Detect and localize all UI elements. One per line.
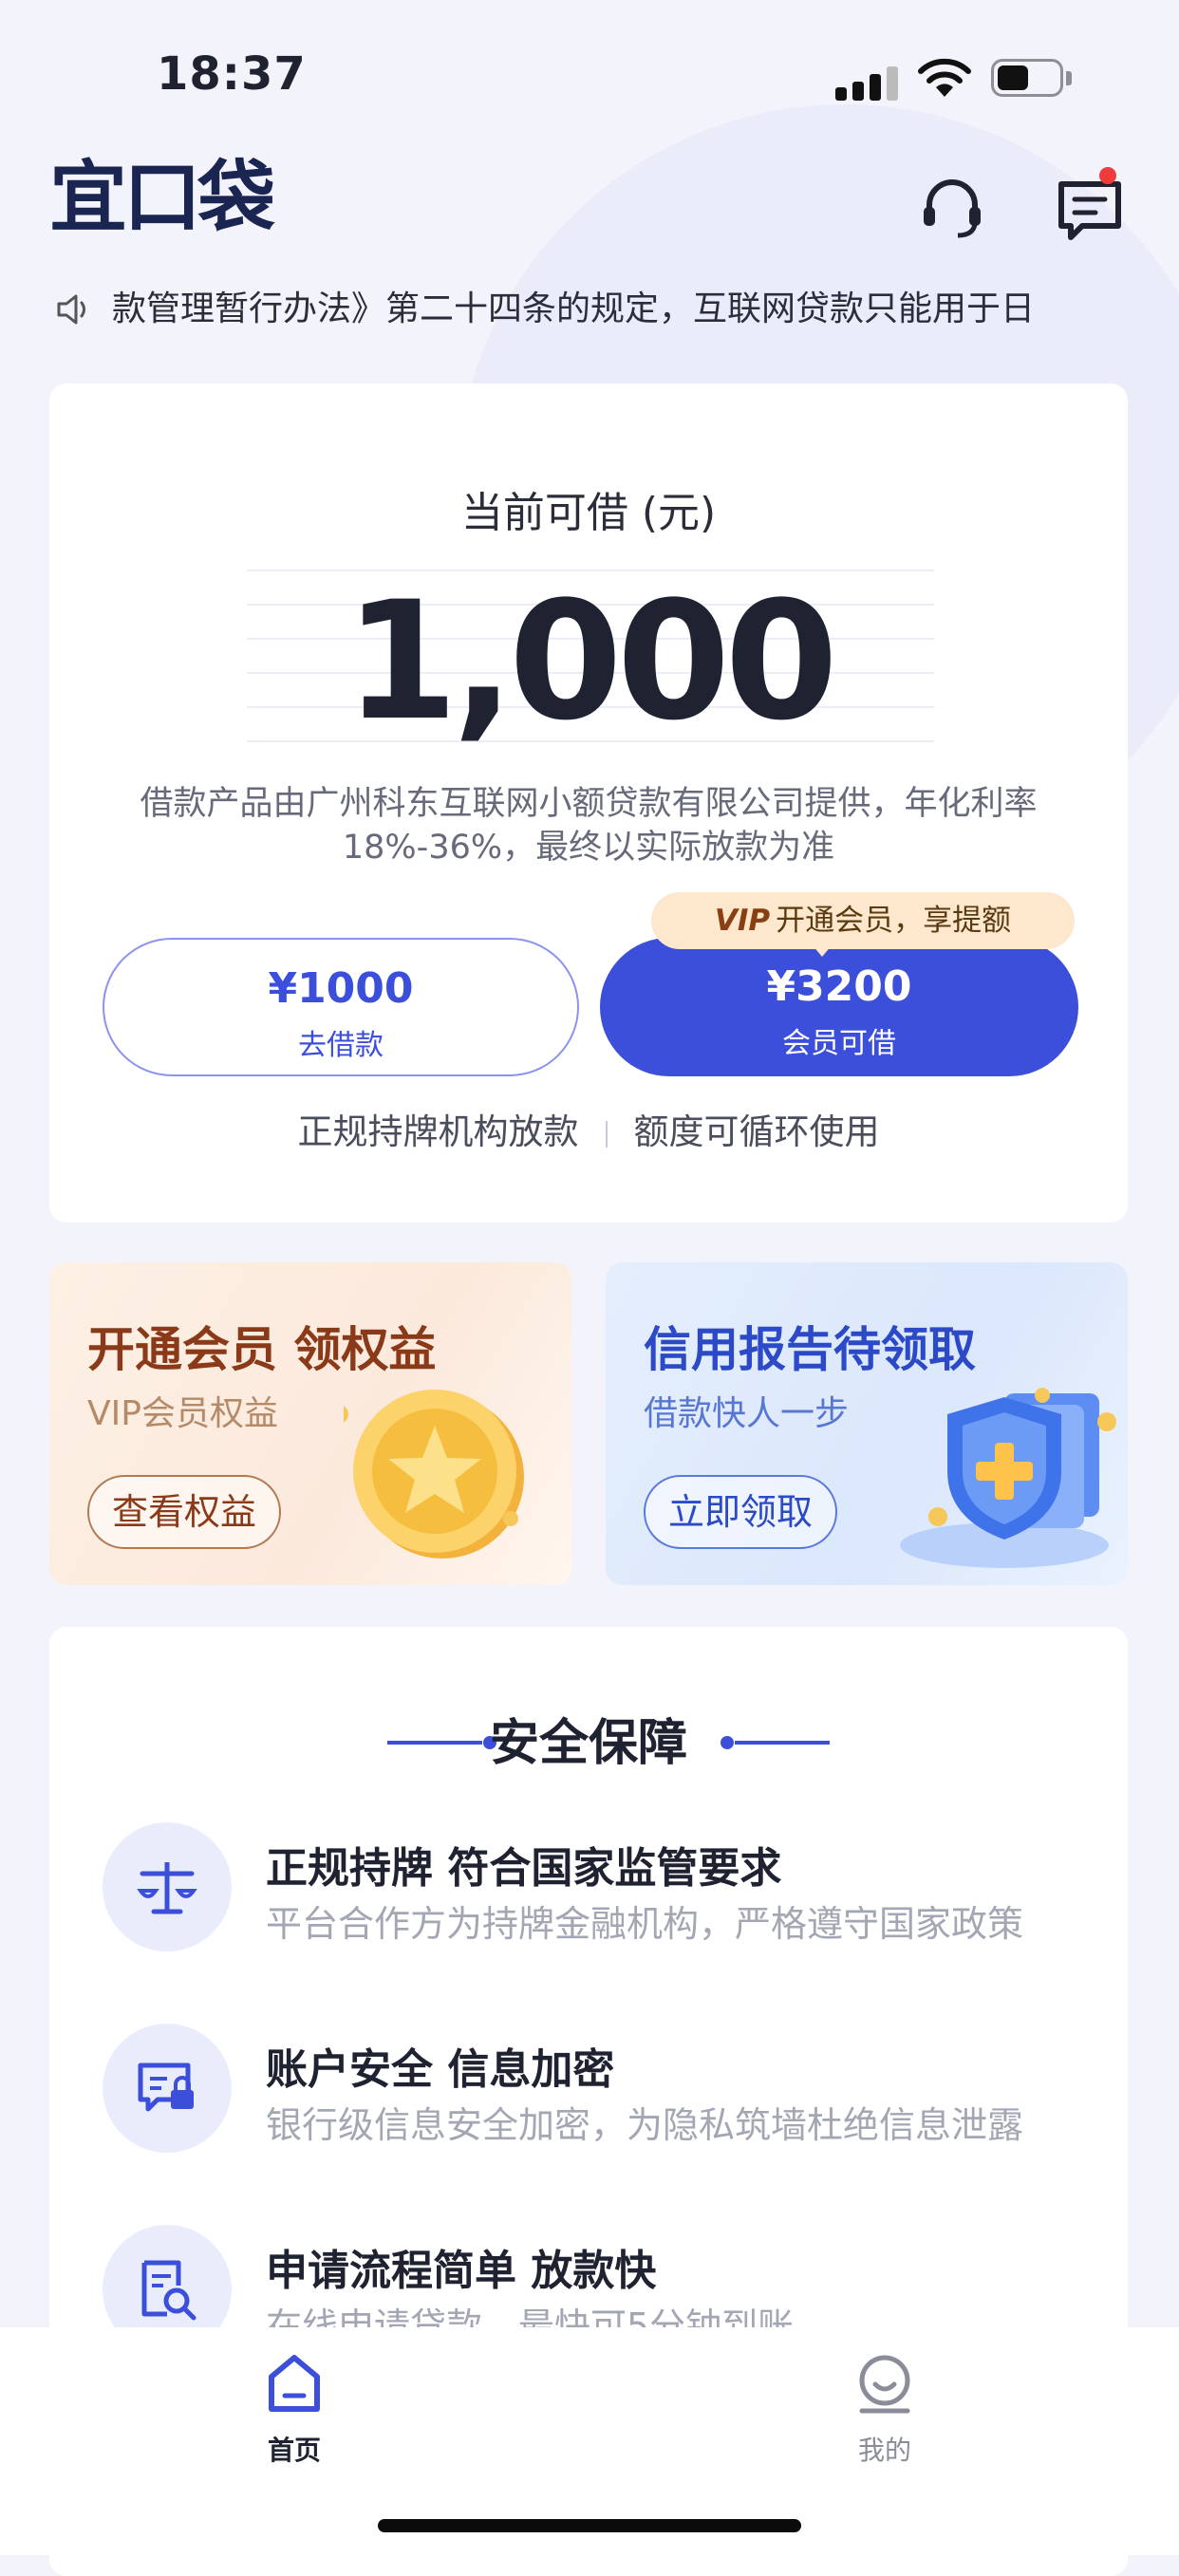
vip-promo-card[interactable]: 开通会员 领权益 VIP会员权益 查看权益 [49,1262,571,1585]
secure-message-icon [103,2024,232,2153]
gold-coin-star-icon [344,1390,524,1559]
security-item-desc: 平台合作方为持牌金融机构，严格遵守国家政策 [266,1903,1024,1945]
rate-disclaimer: 借款产品由广州科东互联网小额贷款有限公司提供，年化利率18%-36%，最终以实际… [140,785,1038,867]
available-amount-label: 当前可借 (元) [460,489,717,537]
notice-text: 款管理暂行办法》第二十四条的规定，互联网贷款只能用于日 [112,289,1036,328]
profile-icon [859,2355,910,2414]
tab-home-label: 首页 [267,2435,321,2466]
claim-now-button[interactable]: 立即领取 [644,1475,838,1549]
tab-mine[interactable]: 我的 [790,2327,980,2479]
scale-icon [103,1822,232,1951]
security-item-heading: 申请流程简单 放款快 [266,2247,657,2295]
feature-licensed: 正规持牌机构放款 [297,1111,579,1152]
speaker-icon [57,294,85,325]
credit-promo-title: 信用报告待领取 [644,1322,976,1377]
notice-marquee[interactable]: 款管理暂行办法》第二十四条的规定，互联网贷款只能用于日 [49,281,1132,338]
borrow-amount: ¥1000 [268,964,414,1013]
vip-badge: VIP [714,904,771,938]
cellular-signal-icon [835,59,904,101]
credit-promo-subtitle: 借款快人一步 [644,1394,850,1433]
status-time: 18:37 [157,47,307,101]
tab-mine-label: 我的 [857,2435,911,2466]
message-icon[interactable] [1054,173,1126,245]
vip-promo-subtitle: VIP会员权益 [87,1394,278,1433]
security-item-heading: 账户安全 信息加密 [266,2045,615,2094]
available-amount: 1,000 [344,566,838,756]
feature-divider [605,1120,608,1148]
security-item-desc: 银行级信息安全加密，为隐私筑墙杜绝信息泄露 [266,2104,1024,2146]
vip-tip-text: 开通会员，享提额 [776,904,1012,938]
notification-dot [1099,167,1116,184]
loan-card: 当前可借 (元) 1,000 借款产品由广州科东互联网小额贷款有限公司提供，年化… [49,383,1128,1223]
home-indicator[interactable] [378,2519,801,2532]
credit-report-promo-card[interactable]: 信用报告待领取 借款快人一步 立即领取 [606,1262,1128,1585]
view-benefits-button[interactable]: 查看权益 [87,1475,282,1549]
vip-upgrade-tooltip[interactable]: VIP 开通会员，享提额 [651,892,1075,957]
borrow-label: 去借款 [298,1029,384,1062]
home-icon [269,2355,320,2412]
tab-home[interactable]: 首页 [199,2327,389,2479]
wifi-icon [918,58,971,97]
battery-icon [991,59,1075,99]
customer-service-icon[interactable] [916,173,988,245]
vip-amount: ¥3200 [766,962,912,1011]
vip-borrow-button[interactable]: ¥3200 会员可借 [600,938,1078,1076]
vip-label: 会员可借 [782,1027,896,1060]
loan-features: 正规持牌机构放款 额度可循环使用 [49,1103,1128,1154]
shield-report-icon [900,1388,1116,1568]
feature-revolving: 额度可循环使用 [633,1111,880,1152]
borrow-button[interactable]: ¥1000 去借款 [103,938,579,1076]
security-item-encryption: 账户安全 信息加密 银行级信息安全加密，为隐私筑墙杜绝信息泄露 [103,2024,1090,2166]
vip-promo-title: 开通会员 领权益 [87,1322,437,1377]
security-item-heading: 正规持牌 符合国家监管要求 [266,1844,782,1893]
security-item-licensed: 正规持牌 符合国家监管要求 平台合作方为持牌金融机构，严格遵守国家政策 [103,1822,1090,1965]
title-decoration-right [720,1736,830,1749]
app-logo: 宜口袋 [49,153,275,243]
security-title: 安全保障 [489,1715,687,1772]
